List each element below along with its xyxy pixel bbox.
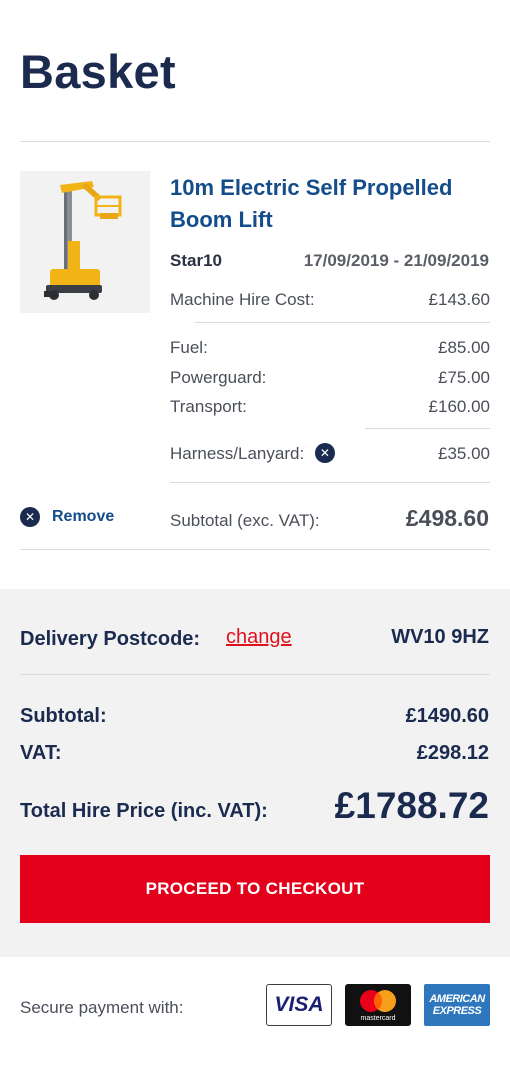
amex-line2: EXPRESS [432, 1005, 482, 1017]
page-title: Basket [20, 45, 176, 98]
transport-row: Transport: £160.00 [170, 397, 490, 417]
cost-divider [195, 322, 490, 323]
machine-hire-label: Machine Hire Cost: [170, 290, 315, 309]
secure-payment-label: Secure payment with: [20, 998, 184, 1017]
title-divider [20, 141, 490, 142]
fuel-value: £85.00 [438, 338, 490, 357]
machine-hire-value: £143.60 [428, 290, 490, 309]
close-circle-icon: ✕ [20, 507, 40, 527]
powerguard-row: Powerguard: £75.00 [170, 368, 490, 388]
hire-dates: 17/09/2019 - 21/09/2019 [303, 251, 489, 270]
harness-row: Harness/Lanyard: ✕ £35.00 [170, 443, 490, 464]
boom-lift-image [44, 181, 122, 300]
harness-label: Harness/Lanyard: [170, 444, 305, 463]
harness-value: £35.00 [438, 444, 490, 463]
visa-label: VISA [274, 993, 324, 1016]
vat-label: VAT: [20, 742, 62, 764]
fuel-row: Fuel: £85.00 [170, 338, 490, 358]
product-image [20, 171, 150, 313]
total-label: Total Hire Price (inc. VAT): [20, 800, 268, 822]
remove-label: Remove [52, 508, 115, 525]
transport-label: Transport: [170, 397, 247, 416]
item-divider [20, 549, 490, 550]
summary-divider [20, 674, 490, 675]
item-subtotal-value: £498.60 [405, 505, 489, 531]
item-subtotal-label: Subtotal (exc. VAT): [170, 511, 320, 530]
total-value: £1788.72 [334, 785, 489, 826]
amex-line1: AMERICAN [429, 993, 485, 1005]
change-postcode-link[interactable]: change [226, 626, 292, 649]
visa-icon: VISA [266, 984, 332, 1026]
mastercard-label: mastercard [360, 1015, 396, 1022]
remove-button[interactable]: ✕ Remove [20, 507, 114, 527]
mastercard-icon: mastercard [345, 984, 411, 1026]
vat-value: £298.12 [416, 742, 489, 764]
product-code: Star10 [170, 251, 222, 270]
subtotal-label: Subtotal: [20, 705, 107, 727]
machine-hire-row: Machine Hire Cost: £143.60 [170, 290, 490, 310]
fuel-label: Fuel: [170, 338, 208, 357]
amex-icon: AMERICAN EXPRESS [424, 984, 490, 1026]
subtotal-divider [170, 482, 490, 483]
delivery-postcode: WV10 9HZ [391, 626, 489, 648]
proceed-to-checkout-button[interactable]: PROCEED TO CHECKOUT [20, 855, 490, 923]
extras-divider [365, 428, 490, 429]
powerguard-value: £75.00 [438, 368, 490, 387]
transport-value: £160.00 [428, 397, 490, 416]
subtotal-value: £1490.60 [405, 705, 489, 727]
delivery-postcode-label: Delivery Postcode: [20, 628, 201, 650]
checkout-label: PROCEED TO CHECKOUT [145, 879, 365, 898]
powerguard-label: Powerguard: [170, 368, 267, 387]
product-name[interactable]: 10m Electric Self Propelled Boom Lift [170, 172, 500, 236]
remove-harness-icon[interactable]: ✕ [314, 443, 335, 464]
